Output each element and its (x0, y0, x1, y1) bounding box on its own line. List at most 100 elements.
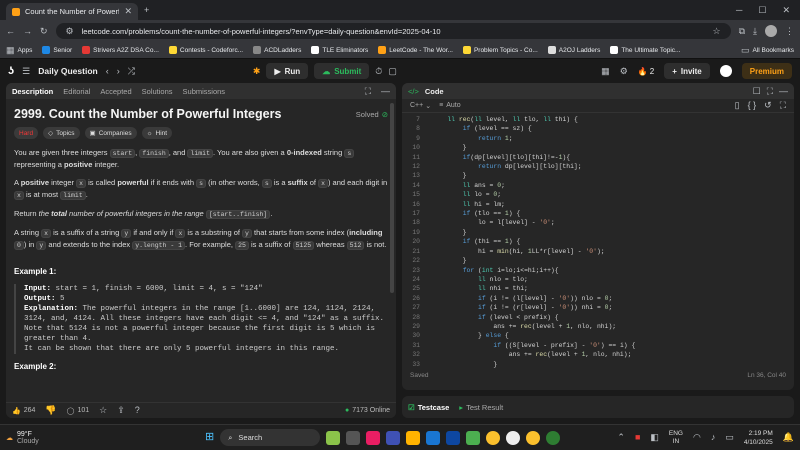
minimize-icon[interactable]: ─ (736, 5, 742, 15)
reload-icon[interactable]: ↻ (40, 26, 48, 36)
topics-chip[interactable]: ◇ Topics (43, 127, 80, 139)
browser-tab[interactable]: Count the Number of Powerful ✕ (6, 3, 138, 20)
volume-icon[interactable]: ♪ (711, 433, 716, 442)
collapse-panel-icon[interactable]: — (381, 86, 390, 96)
app-icon-12[interactable] (546, 430, 561, 445)
bookmark-tle[interactable]: TLE Eliminators (311, 46, 368, 54)
profile-avatar[interactable] (765, 25, 777, 37)
code-line[interactable]: 21 hi = min(hi, 1LL*r[level] - '0'); (402, 247, 794, 256)
description-scrollbar[interactable] (390, 103, 394, 293)
code-line[interactable]: 33 } (402, 360, 794, 368)
chrome-icon[interactable] (486, 430, 501, 445)
bookmark-apps[interactable]: ▦ Apps (6, 45, 32, 55)
companies-chip[interactable]: ▣ Companies (84, 127, 137, 139)
comments-button[interactable]: ◯ 101 (67, 407, 90, 415)
app-icon-6[interactable] (426, 430, 441, 445)
premium-button[interactable]: Premium (741, 63, 792, 79)
bookmark-star-icon[interactable]: ☆ (713, 26, 721, 36)
prev-problem-icon[interactable]: ‹ (106, 66, 109, 76)
clock[interactable]: 2:19 PM 4/10/2025 (744, 429, 773, 447)
code-line[interactable]: 7 ll rec(ll level, ll tlo, ll thi) { (402, 115, 794, 124)
code-line[interactable]: 22 } (402, 256, 794, 265)
code-line[interactable]: 23 for (int i=lo;i<=hi;i++){ (402, 266, 794, 275)
all-bookmarks[interactable]: ▭ All Bookmarks (741, 45, 794, 55)
auto-mode-toggle[interactable]: ≡ Auto (439, 102, 461, 109)
wifi-icon[interactable]: ◠ (693, 433, 701, 442)
code-line[interactable]: 28 if (level < prefix) { (402, 313, 794, 322)
tab-test-result[interactable]: ▸ Test Result (459, 403, 503, 412)
thumbs-down-icon[interactable]: 👎 (45, 406, 56, 415)
app-icon-7[interactable] (446, 430, 461, 445)
code-line[interactable]: 17 if (tlo == 1) { (402, 209, 794, 218)
language-indicator[interactable]: ENG IN (669, 430, 683, 446)
notes-icon[interactable]: ▢ (388, 66, 397, 76)
language-select[interactable]: C++ ⌄ (410, 102, 431, 110)
bookmark-leetcode[interactable]: LeetCode - The Wor... (378, 46, 453, 54)
back-icon[interactable]: ← (6, 26, 15, 36)
code-line[interactable]: 30 } else { (402, 331, 794, 340)
expand-editor-icon[interactable]: ⛶ (767, 86, 773, 96)
collapse-editor-icon[interactable]: — (779, 86, 788, 96)
run-button[interactable]: ▶ Run (266, 63, 309, 79)
fullscreen-icon[interactable]: ⛶ (780, 101, 786, 110)
hint-chip[interactable]: ☼ Hint (141, 127, 173, 139)
problem-list-icon[interactable]: ☰ (22, 66, 30, 76)
chrome-icon-2[interactable] (526, 430, 541, 445)
app-icon-8[interactable] (466, 430, 481, 445)
tab-description[interactable]: Description (12, 87, 53, 96)
code-line[interactable]: 11 if(dp[level][tlo][thi]!=-1){ (402, 153, 794, 162)
timer-icon[interactable]: ⏱ (375, 66, 382, 76)
bookmark-strivers[interactable]: Strivers A2Z DSA Co... (82, 46, 159, 54)
bookmark-ultimate-topic[interactable]: The Ultimate Topic... (610, 46, 680, 54)
bookmark-acdladders[interactable]: ACDLadders (253, 46, 301, 54)
maximize-icon[interactable]: ☐ (758, 5, 766, 15)
share-icon[interactable]: ⇪ (117, 406, 125, 415)
forward-icon[interactable]: → (23, 26, 32, 36)
code-line[interactable]: 9 return 1; (402, 134, 794, 143)
tab-accepted[interactable]: Accepted (100, 87, 131, 96)
invite-button[interactable]: + Invite (664, 63, 710, 79)
bookmark-a2oj[interactable]: A2OJ Ladders (547, 46, 600, 54)
site-info-icon[interactable]: ⚙ (66, 26, 74, 36)
windows-start-icon[interactable]: ⊞ (205, 432, 214, 443)
bookmark-contests[interactable]: Contests - Codeforc... (168, 46, 243, 54)
code-area[interactable]: 7 ll rec(ll level, ll tlo, ll thi) {8 if… (402, 113, 794, 368)
code-line[interactable]: 8 if (level == sz) { (402, 124, 794, 133)
maximize-editor-icon[interactable]: ☐ (753, 86, 761, 96)
code-line[interactable]: 20 if (thi == 1) { (402, 237, 794, 246)
tab-editorial[interactable]: Editorial (63, 87, 90, 96)
code-line[interactable]: 32 ans += rec(level + 1, nlo, nhi); (402, 350, 794, 359)
reset-icon[interactable]: ↺ (764, 101, 772, 110)
code-line[interactable]: 26 if (i != (l[level] - '0')) nlo = 0; (402, 294, 794, 303)
tray-app-icon[interactable]: ■ (635, 433, 640, 442)
submit-button[interactable]: ☁ Submit (314, 63, 370, 79)
new-tab-icon[interactable]: + (144, 5, 149, 15)
tray-icon[interactable]: ◧ (650, 433, 659, 442)
taskbar-search[interactable]: ⌕ Search (220, 429, 321, 446)
streak-counter[interactable]: 🔥 2 (638, 67, 654, 76)
expand-panel-icon[interactable]: ⛶ (365, 86, 371, 96)
tab-submissions[interactable]: Submissions (183, 87, 226, 96)
code-line[interactable]: 13 } (402, 171, 794, 180)
code-line[interactable]: 27 if (i != (r[level] - '0')) nhi = 0; (402, 303, 794, 312)
like-button[interactable]: 👍 264 (12, 407, 35, 415)
weather-widget[interactable]: ☁ 99°F Cloudy (6, 431, 39, 445)
debug-icon[interactable]: ✱ (253, 66, 261, 76)
code-line[interactable]: 15 ll lo = 0; (402, 190, 794, 199)
favorite-star-icon[interactable]: ☆ (99, 406, 107, 415)
bookmark-icon[interactable]: ▯ (735, 101, 740, 110)
code-line[interactable]: 16 ll hi = lm; (402, 200, 794, 209)
code-line[interactable]: 19 } (402, 228, 794, 237)
app-icon-1[interactable] (326, 430, 341, 445)
app-icon-3[interactable] (366, 430, 381, 445)
tray-overflow-icon[interactable]: ⌃ (617, 433, 625, 442)
code-line[interactable]: 31 if ((S[level - prefix] - '0') == i) { (402, 341, 794, 350)
file-explorer-icon[interactable] (406, 430, 421, 445)
code-line[interactable]: 10 } (402, 143, 794, 152)
help-icon[interactable]: ? (135, 406, 140, 415)
app-icon-10[interactable] (506, 430, 521, 445)
daily-question-link[interactable]: Daily Question (38, 66, 98, 76)
code-line[interactable]: 29 ans += rec(level + 1, nlo, nhi); (402, 322, 794, 331)
extensions-icon[interactable]: ⧉ (739, 26, 745, 36)
menu-icon[interactable]: ⋮ (785, 26, 794, 36)
